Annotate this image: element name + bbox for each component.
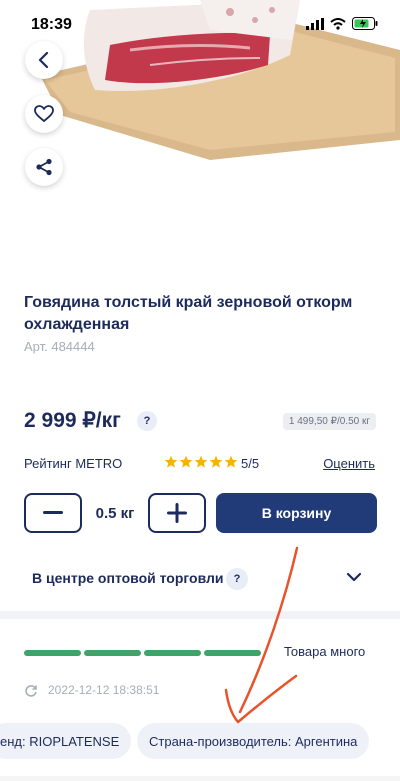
share-button[interactable] [25,148,63,186]
add-to-cart-button[interactable]: В корзину [216,493,377,533]
unit-price: 1 499,50 ₽/0.50 кг [282,413,376,430]
update-timestamp: 2022-12-12 18:38:51 [48,683,160,697]
country-chip[interactable]: Страна-производитель: Аргентина [137,723,370,759]
availability-expand-button[interactable] [346,570,362,588]
star-icon [164,455,178,468]
star-icon [224,455,238,468]
heart-icon [34,105,54,123]
share-icon [36,158,52,176]
rate-link[interactable]: Оценить [323,456,375,471]
bottom-edge [0,776,400,781]
status-bar: 18:39 [0,0,400,48]
wifi-icon [330,17,346,30]
product-title: Говядина толстый край зерновой откорм ох… [24,294,353,333]
status-time: 18:39 [31,16,72,33]
section-divider [0,611,400,619]
product-article: Арт. 484444 [24,339,95,354]
stock-level-bar [24,650,261,656]
brand-chip[interactable]: енд: RIOPLATENSE [0,723,132,759]
refresh-button[interactable] [24,684,38,703]
minus-icon [43,511,63,514]
stock-segment [144,650,201,656]
availability-help-button[interactable]: ? [226,568,248,590]
status-icons [306,17,378,30]
rating-value: 5/5 [241,456,260,471]
star-icon [179,455,193,468]
decrease-quantity-button[interactable] [24,493,82,533]
back-icon [38,52,49,68]
star-icon [194,455,208,468]
plus-icon [167,503,187,523]
stock-label: Товара много [284,644,366,659]
refresh-icon [25,685,37,697]
favorite-button[interactable] [25,95,63,133]
chevron-down-icon [346,572,362,582]
battery-icon [352,17,378,30]
quantity-value: 0.5 кг [95,505,135,522]
product-price: 2 999 ₽/кг [24,409,121,432]
star-icon [209,455,223,468]
rating-label: Рейтинг METRO [24,456,123,471]
signal-icon [306,17,324,30]
stock-segment [24,650,81,656]
stock-segment [84,650,141,656]
rating-stars [164,455,238,469]
availability-label[interactable]: В центре оптовой торговли [32,570,224,586]
increase-quantity-button[interactable] [148,493,206,533]
price-help-button[interactable]: ? [137,411,157,431]
stock-segment [204,650,261,656]
